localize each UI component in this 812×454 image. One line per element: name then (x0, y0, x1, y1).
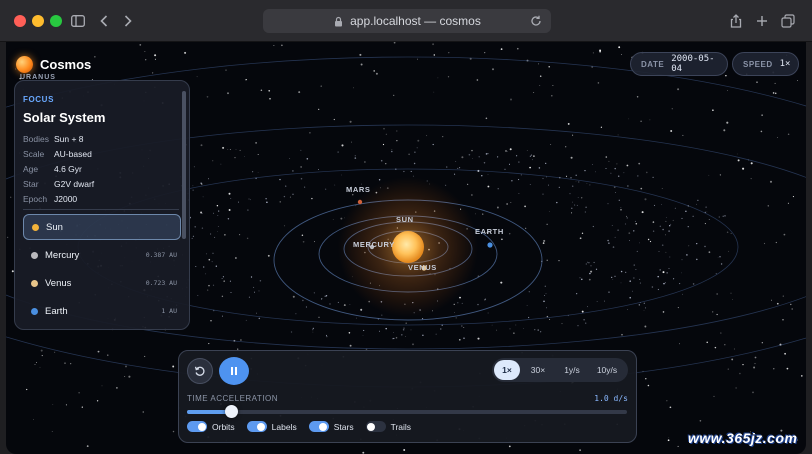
stat-key: Age (23, 163, 39, 174)
planet-mars[interactable] (357, 199, 363, 205)
app-brand: Cosmos (16, 56, 91, 73)
trails-switch[interactable] (365, 421, 386, 432)
stat-row: Bodies Sun + 8 (23, 131, 94, 146)
focus-scrollbar[interactable] (182, 91, 186, 239)
toggle-stars[interactable]: Stars (308, 421, 354, 432)
stat-row: Epoch J2000 (23, 191, 94, 206)
speed-selector: 1× 30× 1y/s 10y/s (492, 358, 628, 382)
stat-value: 4.6 Gyr (54, 163, 82, 174)
sun-logo-icon (16, 56, 33, 73)
speed-option-10y-per-s[interactable]: 10y/s (588, 360, 626, 380)
tab-overview-icon[interactable] (778, 11, 798, 31)
labels-switch[interactable] (246, 421, 267, 432)
stat-key: Scale (23, 148, 45, 159)
share-icon[interactable] (726, 11, 746, 31)
reload-icon[interactable] (529, 14, 543, 28)
toggle-orbits[interactable]: Orbits (187, 421, 235, 432)
body-distance: 1 AU (161, 307, 177, 315)
forward-icon[interactable] (118, 11, 138, 31)
body-distance: 0.723 AU (145, 279, 177, 287)
date-label: DATE (641, 59, 665, 69)
pause-button[interactable] (219, 357, 249, 385)
speed-value: 1× (779, 59, 791, 69)
label-mars: MARS (346, 185, 371, 194)
sun[interactable] (392, 231, 424, 263)
time-acceleration-value: 1.0 d/s (594, 394, 628, 403)
stat-key: Bodies (23, 133, 49, 144)
time-acceleration-label: TIME ACCELERATION (187, 394, 279, 403)
watermark: www.365jz.com (688, 430, 798, 446)
body-list: Sun Mercury 0.387 AU Venus 0.723 AU Eart… (23, 214, 181, 326)
focus-stats: Bodies Sun + 8 Scale AU-based Age 4.6 Gyr S… (23, 131, 94, 206)
reset-icon (194, 366, 205, 376)
pause-icon (231, 367, 237, 375)
focus-panel: FOCUS Solar System Bodies Sun + 8 Scale AU… (14, 80, 190, 330)
maximize-window-button[interactable] (50, 15, 62, 27)
stat-value: Sun + 8 (54, 133, 84, 144)
date-pill[interactable]: DATE 2000-05-04 (630, 52, 728, 76)
address-bar[interactable]: app.localhost — cosmos (263, 9, 551, 33)
speed-label: SPEED (743, 59, 773, 69)
label-earth: EARTH (475, 227, 504, 236)
body-color-dot (32, 223, 39, 231)
body-item-mercury[interactable]: Mercury 0.387 AU (23, 242, 181, 268)
sidebar-toggle-icon[interactable] (68, 11, 88, 31)
body-color-dot (31, 279, 38, 287)
stat-key: Epoch (23, 193, 48, 204)
stat-row: Scale AU-based (23, 146, 94, 161)
display-toggles: Orbits Labels Stars Trails (187, 421, 423, 432)
time-controls: 1× 30× 1y/s 10y/s TIME ACCELERATION 1.0 … (178, 350, 637, 443)
body-item-venus[interactable]: Venus 0.723 AU (23, 270, 181, 296)
back-icon[interactable] (94, 11, 114, 31)
label-mercury: MERCURY (353, 240, 395, 249)
body-color-dot (31, 307, 38, 315)
body-name: Venus (45, 277, 72, 289)
body-item-earth[interactable]: Earth 1 AU (23, 298, 181, 324)
stat-value: AU-based (54, 148, 92, 159)
body-distance: 0.387 AU (145, 251, 177, 259)
focus-kicker: FOCUS (23, 95, 54, 104)
toggle-labels[interactable]: Labels (246, 421, 297, 432)
body-color-dot (31, 251, 38, 259)
minimize-window-button[interactable] (32, 15, 44, 27)
app-viewport: MARS SUN MERCURY VENUS EARTH Cosmos URAN… (6, 42, 806, 454)
toggle-trails[interactable]: Trails (365, 421, 412, 432)
speed-option-1x[interactable]: 1× (494, 360, 520, 380)
body-name: Mercury (45, 249, 80, 261)
reset-button[interactable] (187, 358, 213, 384)
time-acceleration-slider[interactable] (187, 410, 627, 414)
app-name: Cosmos (40, 57, 92, 72)
new-tab-icon[interactable] (752, 11, 772, 31)
stat-value: G2V dwarf (54, 178, 95, 189)
lock-icon (333, 16, 344, 27)
stat-value: J2000 (54, 193, 78, 204)
url-text: app.localhost — cosmos (350, 14, 481, 28)
label-sun: SUN (396, 215, 414, 224)
stat-row: Star G2V dwarf (23, 176, 94, 191)
toggle-label: Trails (390, 421, 412, 432)
label-venus: VENUS (408, 263, 437, 272)
toggle-label: Labels (271, 421, 297, 432)
close-window-button[interactable] (14, 15, 26, 27)
toggle-label: Orbits (212, 421, 235, 432)
date-value: 2000-05-04 (671, 54, 715, 74)
toggle-label: Stars (333, 421, 354, 432)
body-item-sun[interactable]: Sun (23, 214, 181, 240)
browser-toolbar: app.localhost — cosmos (0, 0, 812, 42)
speed-option-30x[interactable]: 30× (520, 360, 556, 380)
body-name: Sun (46, 221, 63, 233)
stat-row: Age 4.6 Gyr (23, 161, 94, 176)
body-name: Earth (45, 305, 68, 317)
planet-earth[interactable] (487, 242, 493, 248)
focus-divider (23, 209, 179, 210)
stat-key: Star (23, 178, 39, 189)
stars-switch[interactable] (308, 421, 329, 432)
speed-option-1y-per-s[interactable]: 1y/s (556, 360, 588, 380)
slider-thumb[interactable] (225, 405, 238, 418)
orbits-switch[interactable] (187, 421, 207, 432)
focus-title: Solar System (23, 110, 106, 125)
speed-pill[interactable]: SPEED 1× (732, 52, 799, 76)
